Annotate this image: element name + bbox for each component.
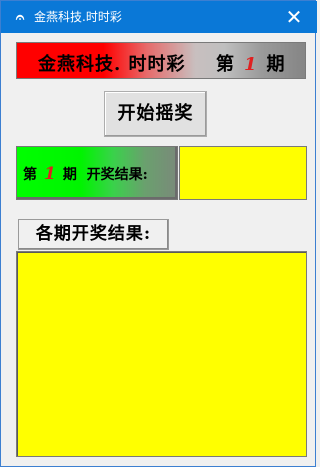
result-label-text: 开奖结果: [86, 167, 148, 183]
start-draw-button[interactable]: 开始摇奖 [104, 91, 207, 137]
header-banner: 金燕科技. 时时彩 第1期 [16, 42, 306, 79]
result-period-prefix: 第 [23, 167, 37, 183]
close-button[interactable]: ✕ [271, 1, 317, 33]
banner-period-prefix: 第 [216, 54, 234, 75]
banner-period-suffix: 期 [266, 54, 285, 75]
history-list[interactable] [16, 251, 307, 457]
banner-period-number: 1 [244, 54, 257, 75]
result-period-suffix: 期 [62, 167, 77, 183]
result-period-number: 1 [44, 164, 56, 184]
window-title: 金燕科技.时时彩 [34, 10, 122, 24]
app-logo-icon: 𝄐 [15, 8, 25, 26]
title-bar[interactable]: 𝄐 金燕科技.时时彩 ✕ [1, 1, 317, 33]
banner-title: 金燕科技. 时时彩 [38, 54, 186, 75]
app-window: 𝄐 金燕科技.时时彩 ✕ 金燕科技. 时时彩 第1期 开始摇奖 第1期 开奖结果… [0, 0, 317, 467]
current-result-field [179, 146, 307, 200]
result-label: 第1期 开奖结果: [16, 146, 178, 200]
banner-period: 第1期 [216, 50, 285, 76]
history-label: 各期开奖结果: [18, 219, 169, 250]
close-icon: ✕ [285, 5, 303, 29]
